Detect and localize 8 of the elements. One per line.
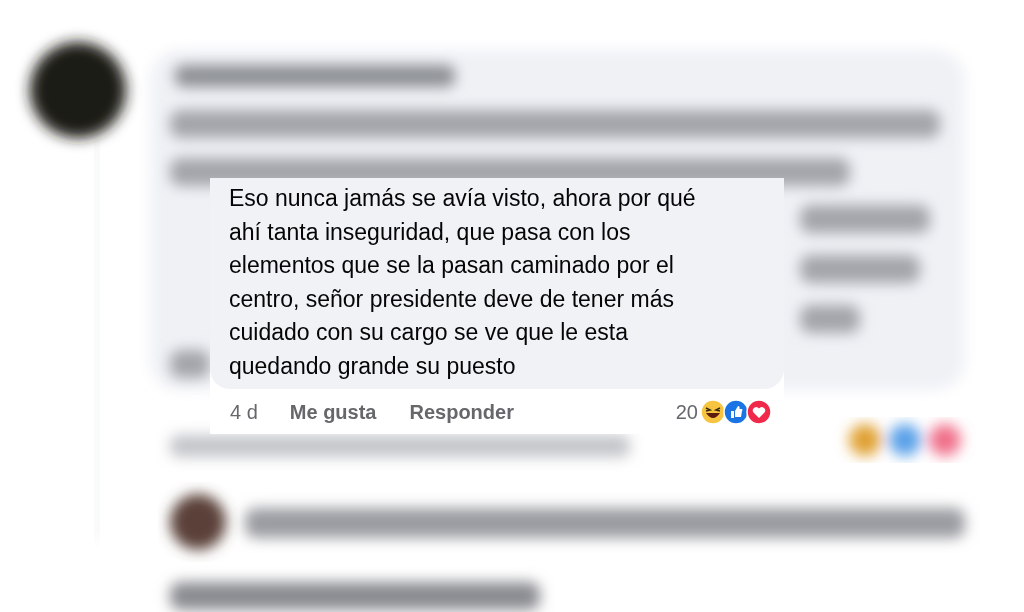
comment-text: Eso nunca jamás se avía visto, ahora por qué ahí tanta inseguridad, que pasa con los elementos que se la pasan caminado por el centro, señor presidente deve de tener más cuidado con su cargo se ve que le esta quedando grande su puesto [229, 184, 697, 381]
blurred-avatar [170, 494, 226, 550]
reaction-count: 20 [675, 399, 698, 425]
comment-time: 4 d [230, 399, 258, 425]
like-link[interactable]: Me gusta [289, 396, 377, 427]
reply-link[interactable]: Responder [409, 396, 514, 427]
laughing-emoji-icon [700, 398, 726, 425]
thumbs-up-icon [723, 398, 749, 425]
